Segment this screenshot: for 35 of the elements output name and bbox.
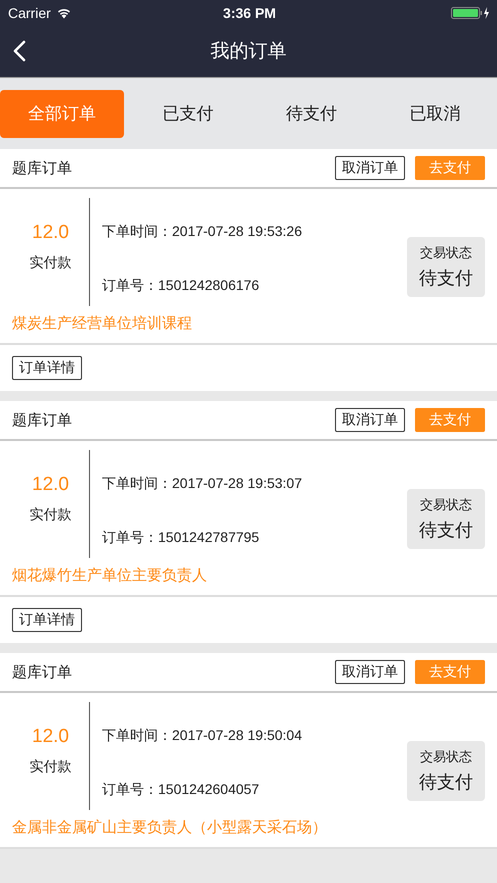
filter-tab[interactable]: 已取消 [373,90,497,138]
battery-icon [450,6,491,20]
order-time: 下单时间：2017-07-28 19:53:26 [102,223,303,241]
course-name: 煤炭生产经营单位培训课程 [12,314,193,333]
order-time: 下单时间：2017-07-28 19:50:04 [102,727,303,745]
amount-label: 实付款 [30,758,72,776]
status-badge: 交易状态 待支付 [407,237,485,297]
order-type: 题库订单 [12,158,72,178]
cancel-order-button[interactable]: 取消订单 [335,408,405,432]
status-badge: 交易状态 待支付 [407,741,485,801]
order-time: 下单时间：2017-07-28 19:53:07 [102,475,303,493]
amount-label: 实付款 [30,506,72,524]
order-type: 题库订单 [12,410,72,430]
order-number: 订单号：1501242604057 [102,781,260,799]
filter-tab[interactable]: 已支付 [126,90,250,138]
course-name: 烟花爆竹生产单位主要负责人 [12,566,208,585]
amount-value: 12.0 [32,474,69,496]
cancel-order-button[interactable]: 取消订单 [335,660,405,684]
amount-label: 实付款 [30,254,72,272]
order-number: 订单号：1501242806176 [102,277,260,295]
amount-value: 12.0 [32,726,69,748]
cancel-order-button[interactable]: 取消订单 [335,156,405,180]
filter-tab[interactable]: 待支付 [250,90,374,138]
order-type: 题库订单 [12,662,72,682]
status-time: 3:36 PM [223,4,276,20]
order-details-button[interactable]: 订单详情 [12,356,82,380]
wifi-icon [56,6,72,18]
amount-value: 12.0 [32,222,69,244]
carrier-label: Carrier [8,4,51,20]
order-number: 订单号：1501242787795 [102,529,260,547]
page-title: 我的订单 [210,40,286,64]
status-badge: 交易状态 待支付 [407,489,485,549]
course-name: 金属非金属矿山主要负责人（小型露天采石场） [12,818,328,837]
order-details-button[interactable]: 订单详情 [12,608,82,632]
back-icon[interactable] [12,40,26,62]
